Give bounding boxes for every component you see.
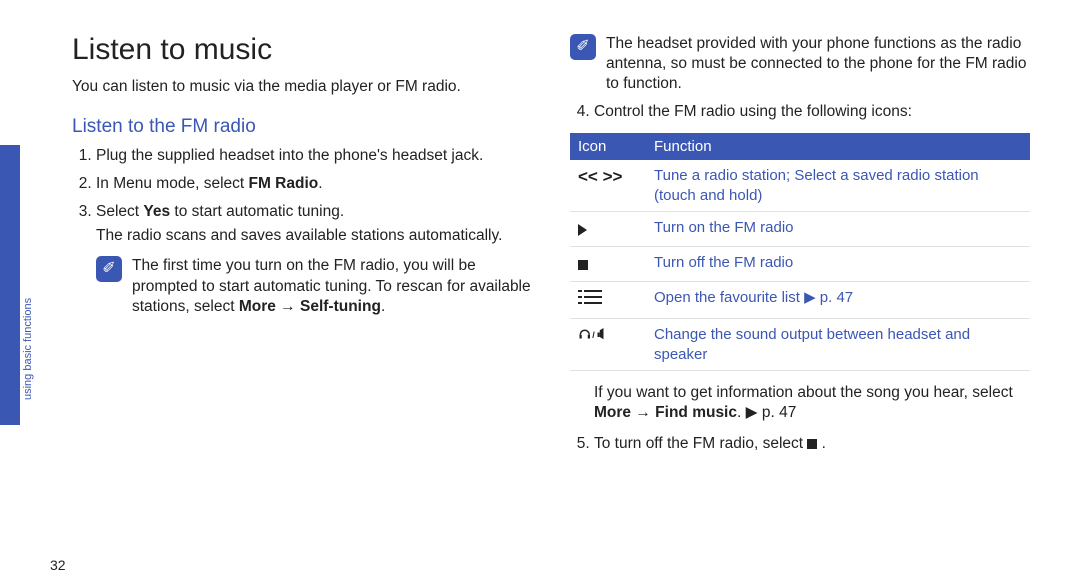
find-arrow: → (631, 404, 655, 421)
find-post: . ▶ p. 47 (737, 404, 796, 421)
table-row: Open the favourite list ▶ p. 47 (570, 282, 1030, 319)
left-column: Listen to music You can listen to music … (72, 30, 532, 325)
note-icon (570, 34, 596, 60)
note-right-text: The headset provided with your phone fun… (606, 34, 1030, 94)
find-bold-more: More (594, 404, 631, 421)
icon-function-table: Icon Function << >> Tune a radio station… (570, 133, 1030, 372)
table-row: Turn on the FM radio (570, 212, 1030, 247)
svg-text:/: / (592, 330, 595, 340)
step-4: Control the FM radio using the following… (594, 102, 1030, 122)
find-bold-find-music: Find music (655, 404, 737, 421)
step3-sub: The radio scans and saves available stat… (96, 226, 532, 246)
step3-tail: to start automatic tuning. (170, 203, 344, 220)
table-row: / Change the sound output between headse… (570, 319, 1030, 371)
list-desc: Open the favourite list ▶ p. 47 (646, 282, 1030, 319)
intro-text: You can listen to music via the media pl… (72, 77, 532, 97)
stop-icon-inline (807, 439, 817, 449)
steps-list-left: Plug the supplied headset into the phone… (72, 146, 532, 247)
step-2: In Menu mode, select FM Radio. (96, 174, 532, 194)
find-pre: If you want to get information about the… (594, 384, 1013, 401)
note-left-arrow: → (276, 298, 300, 315)
step2-bold-fm-radio: FM Radio (249, 175, 319, 192)
tune-icon: << >> (570, 160, 646, 212)
table-row: Turn off the FM radio (570, 247, 1030, 282)
side-tab (0, 145, 20, 425)
step5-pre: To turn off the FM radio, select (594, 435, 807, 452)
stop-icon (570, 247, 646, 282)
play-icon (570, 212, 646, 247)
page-title: Listen to music (72, 30, 532, 69)
th-function: Function (646, 133, 1030, 161)
list-icon (570, 282, 646, 319)
step-3: Select Yes to start automatic tuning. Th… (96, 202, 532, 246)
step5-post: . (817, 435, 826, 452)
step2-text: In Menu mode, select (96, 175, 249, 192)
note-left-bold-more: More (239, 298, 276, 315)
step3-text: Select (96, 203, 143, 220)
note-left-text: The first time you turn on the FM radio,… (132, 256, 532, 316)
side-section-label: using basic functions (22, 298, 34, 400)
subheading-fm-radio: Listen to the FM radio (72, 115, 532, 140)
note-right: The headset provided with your phone fun… (570, 34, 1030, 94)
note-left-bold-self-tuning: Self-tuning (300, 298, 381, 315)
stop-desc: Turn off the FM radio (646, 247, 1030, 282)
steps-list-right: Control the FM radio using the following… (570, 102, 1030, 122)
find-music-para: If you want to get information about the… (594, 383, 1030, 423)
step-1: Plug the supplied headset into the phone… (96, 146, 532, 166)
tune-desc: Tune a radio station; Select a saved rad… (646, 160, 1030, 212)
step-5: To turn off the FM radio, select . (594, 434, 1030, 454)
steps-list-right-2: To turn off the FM radio, select . (570, 434, 1030, 454)
output-icon: / (570, 319, 646, 371)
th-icon: Icon (570, 133, 646, 161)
note-icon (96, 256, 122, 282)
right-column: The headset provided with your phone fun… (570, 30, 1030, 464)
table-row: << >> Tune a radio station; Select a sav… (570, 160, 1030, 212)
page-number: 32 (50, 557, 66, 573)
note-left: The first time you turn on the FM radio,… (72, 256, 532, 316)
table-header-row: Icon Function (570, 133, 1030, 161)
step2-tail: . (318, 175, 322, 192)
step3-bold-yes: Yes (143, 203, 170, 220)
output-desc: Change the sound output between headset … (646, 319, 1030, 371)
play-desc: Turn on the FM radio (646, 212, 1030, 247)
note-left-post: . (381, 298, 385, 315)
